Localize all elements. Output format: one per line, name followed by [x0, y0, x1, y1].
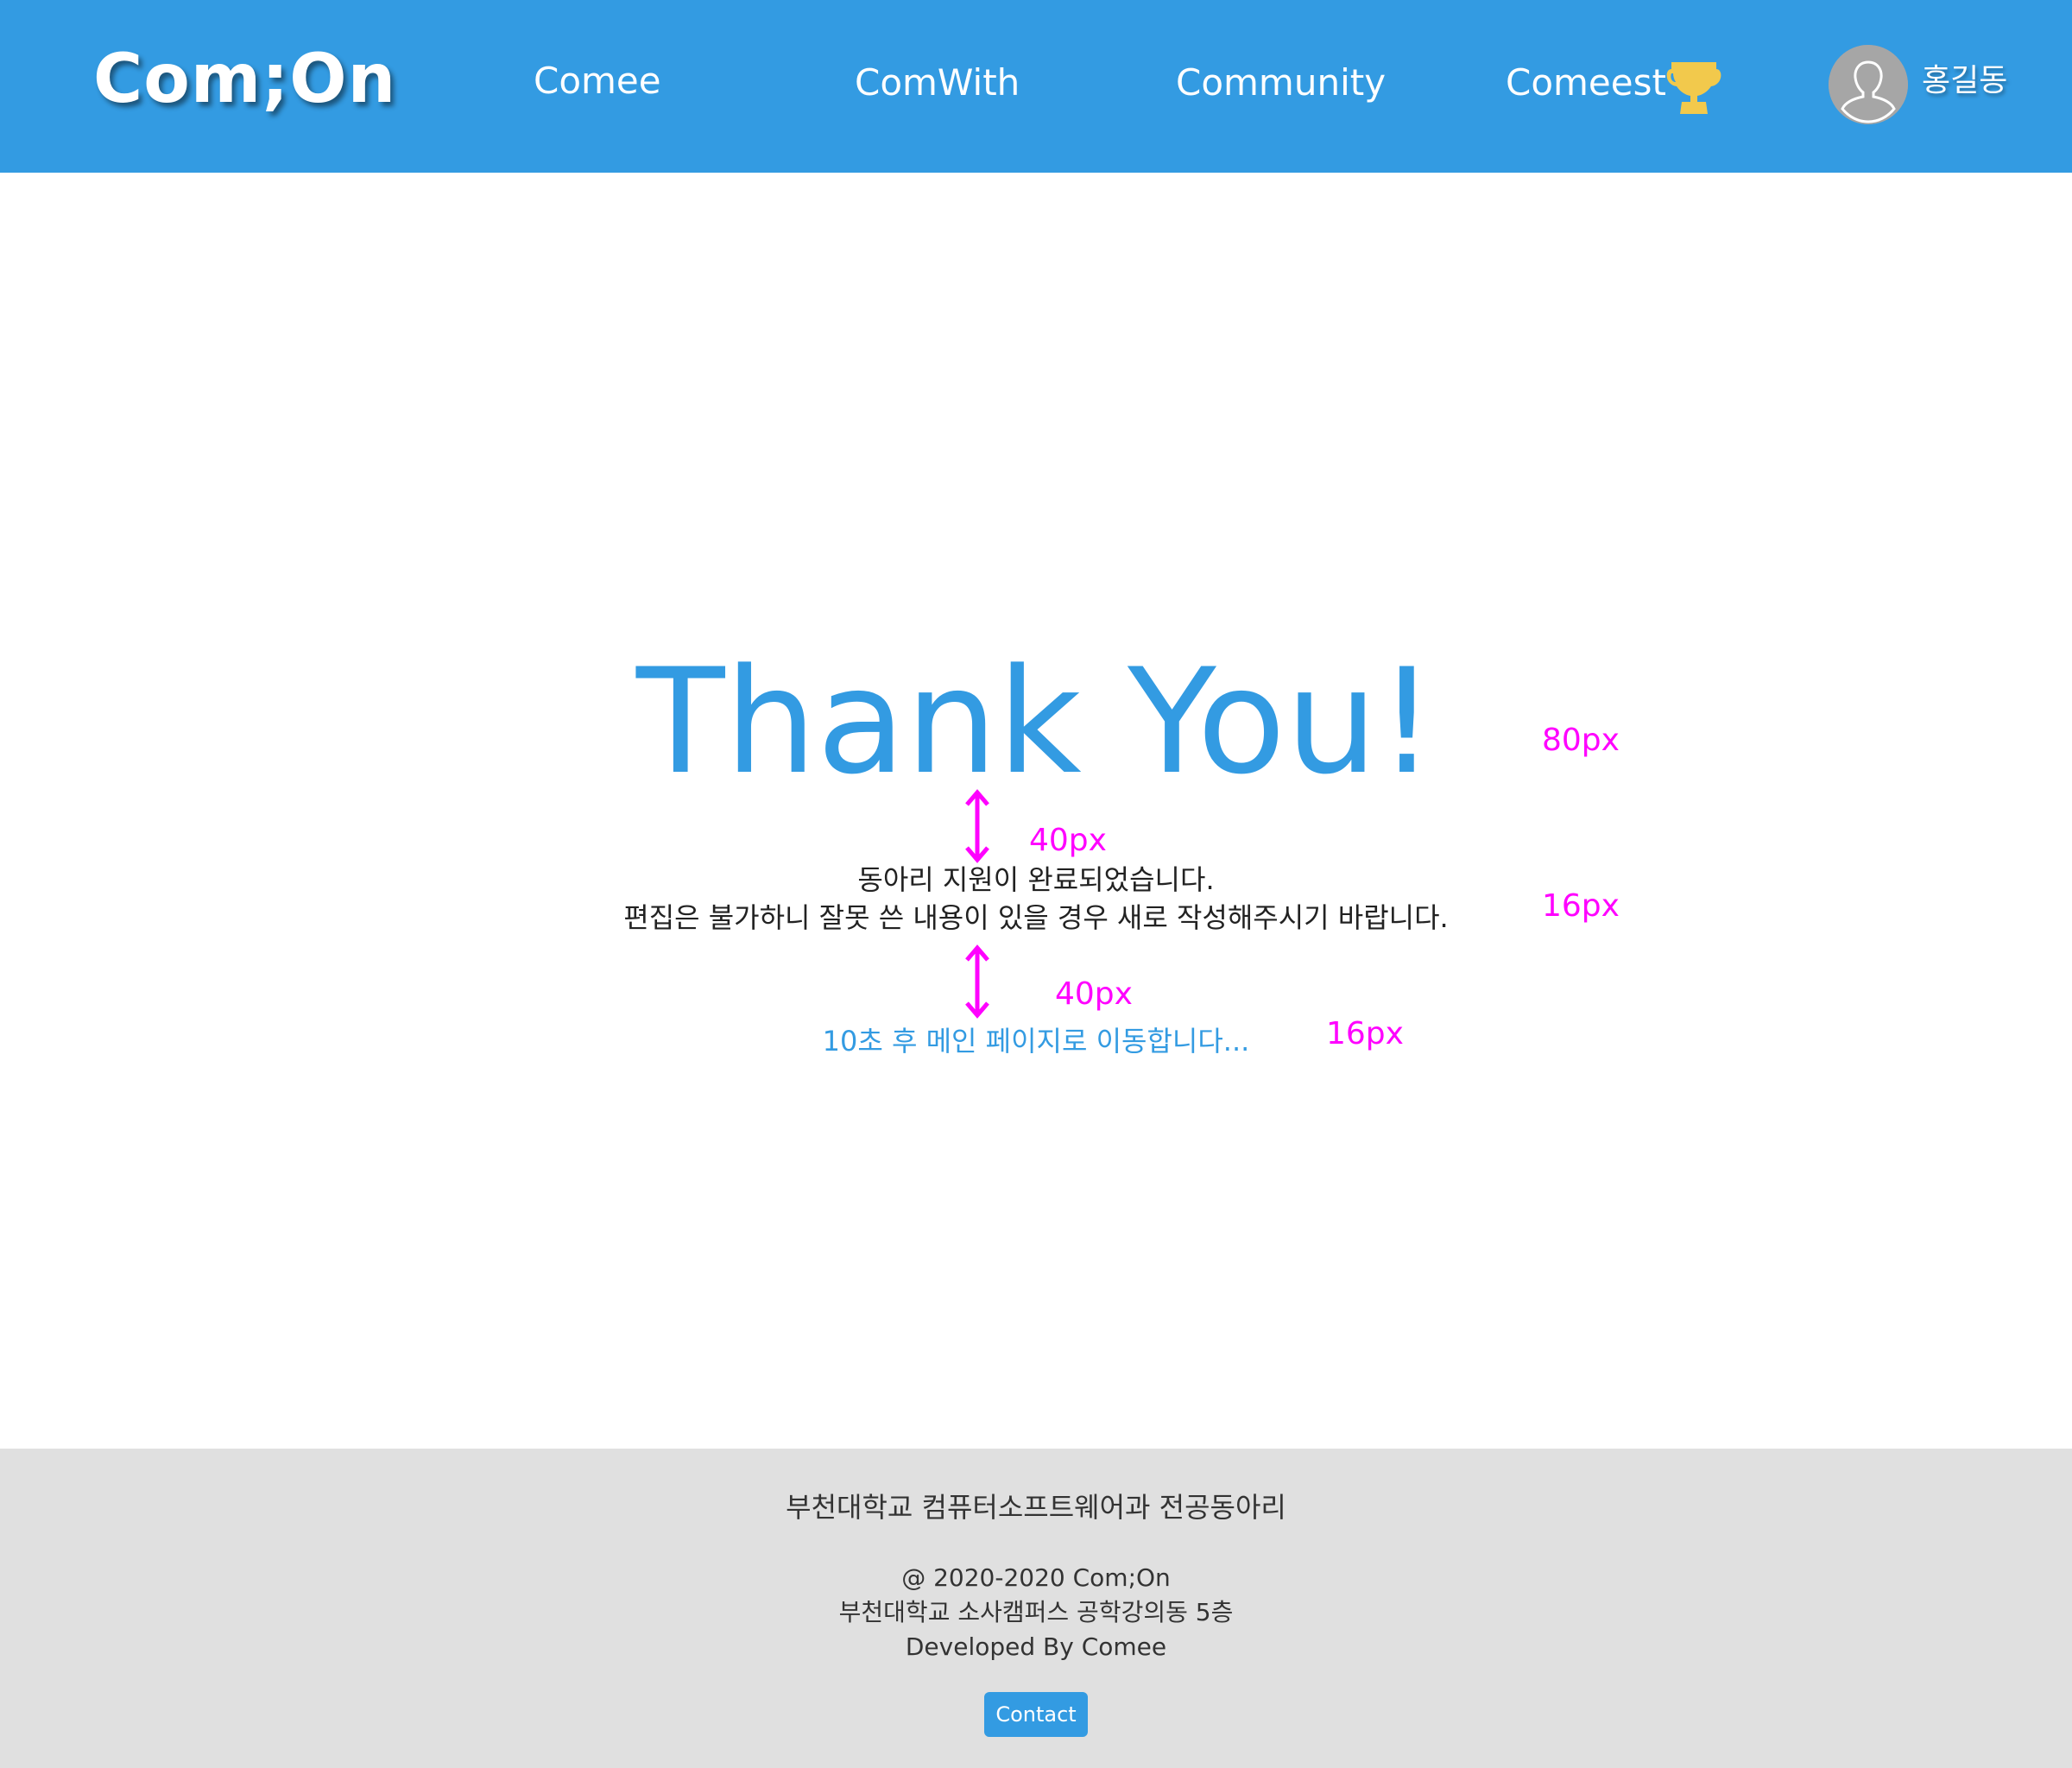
annotation-gap-1: 40px: [1029, 823, 1107, 858]
nav-item-comwith[interactable]: ComWith: [855, 55, 1020, 110]
redirect-notice: 10초 후 메인 페이지로 이동합니다...: [822, 1025, 1250, 1058]
nav-item-community[interactable]: Community: [1176, 55, 1386, 110]
site-logo[interactable]: Com;On: [93, 36, 396, 123]
footer-copyright: @ 2020-2020 Com;On: [901, 1563, 1171, 1592]
footer-club-name: 부천대학교 컴퓨터소프트웨어과 전공동아리: [786, 1491, 1286, 1524]
double-arrow-vertical-icon: [960, 944, 995, 1019]
footer-address: 부천대학교 소사캠퍼스 공학강의동 5층: [838, 1598, 1234, 1626]
annotation-message-size: 16px: [1542, 888, 1620, 924]
user-avatar-icon[interactable]: [1829, 45, 1908, 124]
double-arrow-vertical-icon: [960, 789, 995, 863]
trophy-icon[interactable]: [1663, 55, 1725, 117]
completion-message: 동아리 지원이 완료되었습니다.: [857, 863, 1215, 896]
username-label[interactable]: 홍길동: [1922, 57, 2007, 105]
annotation-gap-2: 40px: [1055, 976, 1133, 1012]
thank-you-headline: Thank You!: [635, 637, 1437, 806]
nav-item-comee[interactable]: Comee: [534, 54, 661, 109]
annotation-headline-size: 80px: [1542, 723, 1620, 758]
nav-item-comeest[interactable]: Comeest: [1506, 55, 1666, 110]
top-nav-bar: Com;On Comee ComWith Community Comeest 홍…: [0, 0, 2072, 173]
edit-notice-message: 편집은 불가하니 잘못 쓴 내용이 있을 경우 새로 작성해주시기 바랍니다.: [623, 901, 1449, 934]
contact-button[interactable]: Contact: [984, 1692, 1088, 1737]
annotation-redirect-size: 16px: [1326, 1016, 1404, 1051]
site-footer: 부천대학교 컴퓨터소프트웨어과 전공동아리 @ 2020-2020 Com;On…: [0, 1449, 2072, 1768]
footer-developed-by: Developed By Comee: [905, 1632, 1167, 1661]
